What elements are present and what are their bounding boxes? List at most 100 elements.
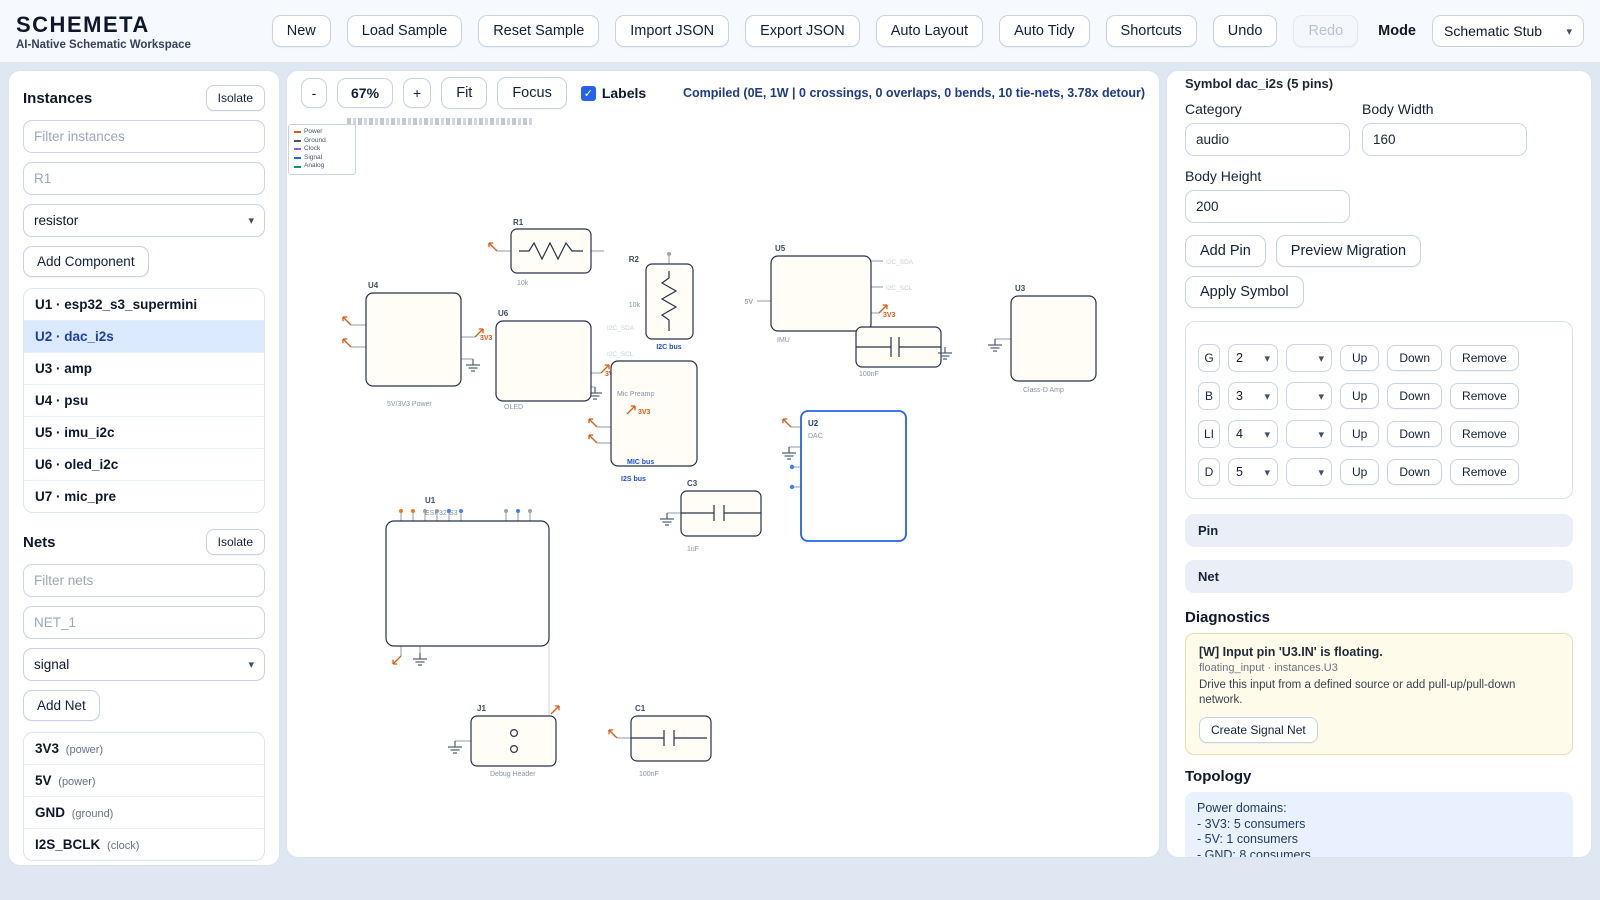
pin-side-select[interactable]: ▾: [1286, 344, 1332, 372]
mode-select[interactable]: Schematic Stub ▾: [1432, 15, 1584, 47]
create-signal-net-button[interactable]: Create Signal Net: [1199, 717, 1318, 743]
pin-up-button[interactable]: Up: [1340, 383, 1379, 409]
category-input[interactable]: [1185, 123, 1350, 156]
apply-symbol-button[interactable]: Apply Symbol: [1185, 276, 1304, 308]
pin-up-button[interactable]: Up: [1340, 421, 1379, 447]
mode-select-value: Schematic Stub: [1444, 23, 1542, 39]
nets-title: Nets: [23, 534, 56, 551]
instance-type-select[interactable]: resistor ▾: [23, 204, 265, 237]
component-u2-selected[interactable]: U2 DAC: [782, 411, 906, 541]
component-j1[interactable]: J1 Debug Header: [448, 704, 559, 778]
canvas-toolbar: - 67% + Fit Focus ✓ Labels Compiled (0E,…: [287, 71, 1159, 115]
net-name-input[interactable]: [23, 606, 265, 639]
instance-type-value: resistor: [34, 213, 78, 228]
preview-migration-button[interactable]: Preview Migration: [1276, 235, 1421, 267]
instances-filter-input[interactable]: [23, 120, 265, 153]
import-json-button[interactable]: Import JSON: [615, 15, 729, 47]
net-item-3v3[interactable]: 3V3 (power): [24, 733, 264, 765]
pin-side-select[interactable]: ▾: [1286, 382, 1332, 410]
component-c2[interactable]: 100nF: [856, 327, 952, 378]
component-c1[interactable]: C1 100nF: [609, 704, 711, 778]
fit-button[interactable]: Fit: [441, 77, 487, 109]
new-button[interactable]: New: [272, 15, 331, 47]
pin-remove-button[interactable]: Remove: [1450, 421, 1519, 447]
nets-list: 3V3 (power) 5V (power) GND (ground) I2S_…: [23, 732, 265, 861]
pin-up-button[interactable]: Up: [1340, 459, 1379, 485]
pin-down-button[interactable]: Down: [1387, 383, 1442, 409]
pin-name-field[interactable]: LI: [1198, 420, 1220, 448]
chevron-down-icon: ▾: [1264, 428, 1270, 441]
body-width-input[interactable]: [1362, 123, 1527, 156]
instance-item-u4[interactable]: U4 · psu: [24, 385, 264, 417]
auto-tidy-button[interactable]: Auto Tidy: [999, 15, 1089, 47]
focus-button[interactable]: Focus: [497, 77, 567, 109]
instance-item-u3[interactable]: U3 · amp: [24, 353, 264, 385]
reset-sample-button[interactable]: Reset Sample: [478, 15, 599, 47]
schematic-svg[interactable]: R1 10k R2 10k I2C bus: [287, 115, 1160, 858]
inspector-panel: Symbol dac_i2s (5 pins) Category Body Wi…: [1166, 70, 1592, 858]
schematic-area[interactable]: Power Ground Clock Signal Analog: [287, 115, 1160, 858]
net-item-i2s-bclk[interactable]: I2S_BCLK (clock): [24, 829, 264, 860]
instance-item-u6[interactable]: U6 · oled_i2c: [24, 449, 264, 481]
pin-up-button[interactable]: Up: [1340, 345, 1379, 371]
nets-filter-input[interactable]: [23, 564, 265, 597]
zoom-out-button[interactable]: -: [301, 78, 327, 108]
component-r2[interactable]: R2 10k I2C bus: [629, 252, 693, 351]
pin-down-button[interactable]: Down: [1387, 421, 1442, 447]
net-item-gnd[interactable]: GND (ground): [24, 797, 264, 829]
compile-status: Compiled (0E, 1W | 0 crossings, 0 overla…: [683, 86, 1145, 100]
net-item-5v[interactable]: 5V (power): [24, 765, 264, 797]
undo-button[interactable]: Undo: [1213, 15, 1278, 47]
pin-name-field[interactable]: D: [1198, 458, 1220, 486]
pin-number-select[interactable]: 4 ▾: [1228, 420, 1278, 448]
add-component-button[interactable]: Add Component: [23, 246, 149, 277]
instances-isolate-button[interactable]: Isolate: [206, 85, 265, 111]
component-u4[interactable]: U4 3V3 5V/3V3 Power: [343, 281, 493, 408]
component-ref: U1: [425, 496, 436, 505]
pin-section-header[interactable]: Pin: [1185, 514, 1573, 547]
instance-name-input[interactable]: [23, 162, 265, 195]
pin-side-select[interactable]: ▾: [1286, 420, 1332, 448]
component-u1[interactable]: U1 ESP32-S3: [386, 496, 549, 665]
net-section-header[interactable]: Net: [1185, 560, 1573, 593]
add-net-button[interactable]: Add Net: [23, 690, 100, 721]
pin-side-select[interactable]: ▾: [1286, 458, 1332, 486]
redo-button[interactable]: Redo: [1293, 15, 1358, 47]
nets-isolate-button[interactable]: Isolate: [206, 529, 265, 555]
net-type-select[interactable]: signal ▾: [23, 648, 265, 681]
net-label-3v3: 3V3: [883, 312, 896, 319]
pin-number-select[interactable]: 2 ▾: [1228, 344, 1278, 372]
zoom-in-button[interactable]: +: [403, 78, 431, 108]
pin-down-button[interactable]: Down: [1387, 345, 1442, 371]
net-kind: (power): [66, 744, 103, 756]
auto-layout-button[interactable]: Auto Layout: [876, 15, 983, 47]
add-pin-button[interactable]: Add Pin: [1185, 235, 1266, 267]
instance-item-u5[interactable]: U5 · imu_i2c: [24, 417, 264, 449]
pin-remove-button[interactable]: Remove: [1450, 459, 1519, 485]
pin-down-button[interactable]: Down: [1387, 459, 1442, 485]
component-u6[interactable]: U6 3V3 OLED: [496, 309, 618, 411]
zoom-level[interactable]: 67%: [337, 78, 393, 108]
component-mic-preamp[interactable]: Mic Preamp 3V3 MIC bus I2S bus: [589, 361, 697, 483]
shortcuts-button[interactable]: Shortcuts: [1106, 15, 1197, 47]
instance-item-u1[interactable]: U1 · esp32_s3_supermini: [24, 289, 264, 321]
net-kind: (ground): [72, 808, 114, 820]
component-r1[interactable]: R1 10k: [489, 218, 604, 287]
pin-number-select[interactable]: 5 ▾: [1228, 458, 1278, 486]
pin-number-value: 3: [1236, 389, 1243, 403]
pin-remove-button[interactable]: Remove: [1450, 383, 1519, 409]
instance-item-u7[interactable]: U7 · mic_pre: [24, 481, 264, 512]
instance-item-u2[interactable]: U2 · dac_i2s: [24, 321, 264, 353]
body-height-input[interactable]: [1185, 190, 1350, 223]
schematic-panel: - 67% + Fit Focus ✓ Labels Compiled (0E,…: [286, 70, 1160, 858]
load-sample-button[interactable]: Load Sample: [347, 15, 462, 47]
component-u3[interactable]: U3 Class-D Amp: [988, 284, 1096, 394]
labels-checkbox[interactable]: ✓: [581, 86, 596, 101]
export-json-button[interactable]: Export JSON: [745, 15, 860, 47]
pin-name-field[interactable]: G: [1198, 344, 1220, 372]
pin-number-select[interactable]: 3 ▾: [1228, 382, 1278, 410]
pin-name-field[interactable]: B: [1198, 382, 1220, 410]
component-c3[interactable]: C3 1uF: [660, 479, 761, 553]
pin-remove-button[interactable]: Remove: [1450, 345, 1519, 371]
ground-icon: [660, 513, 674, 525]
